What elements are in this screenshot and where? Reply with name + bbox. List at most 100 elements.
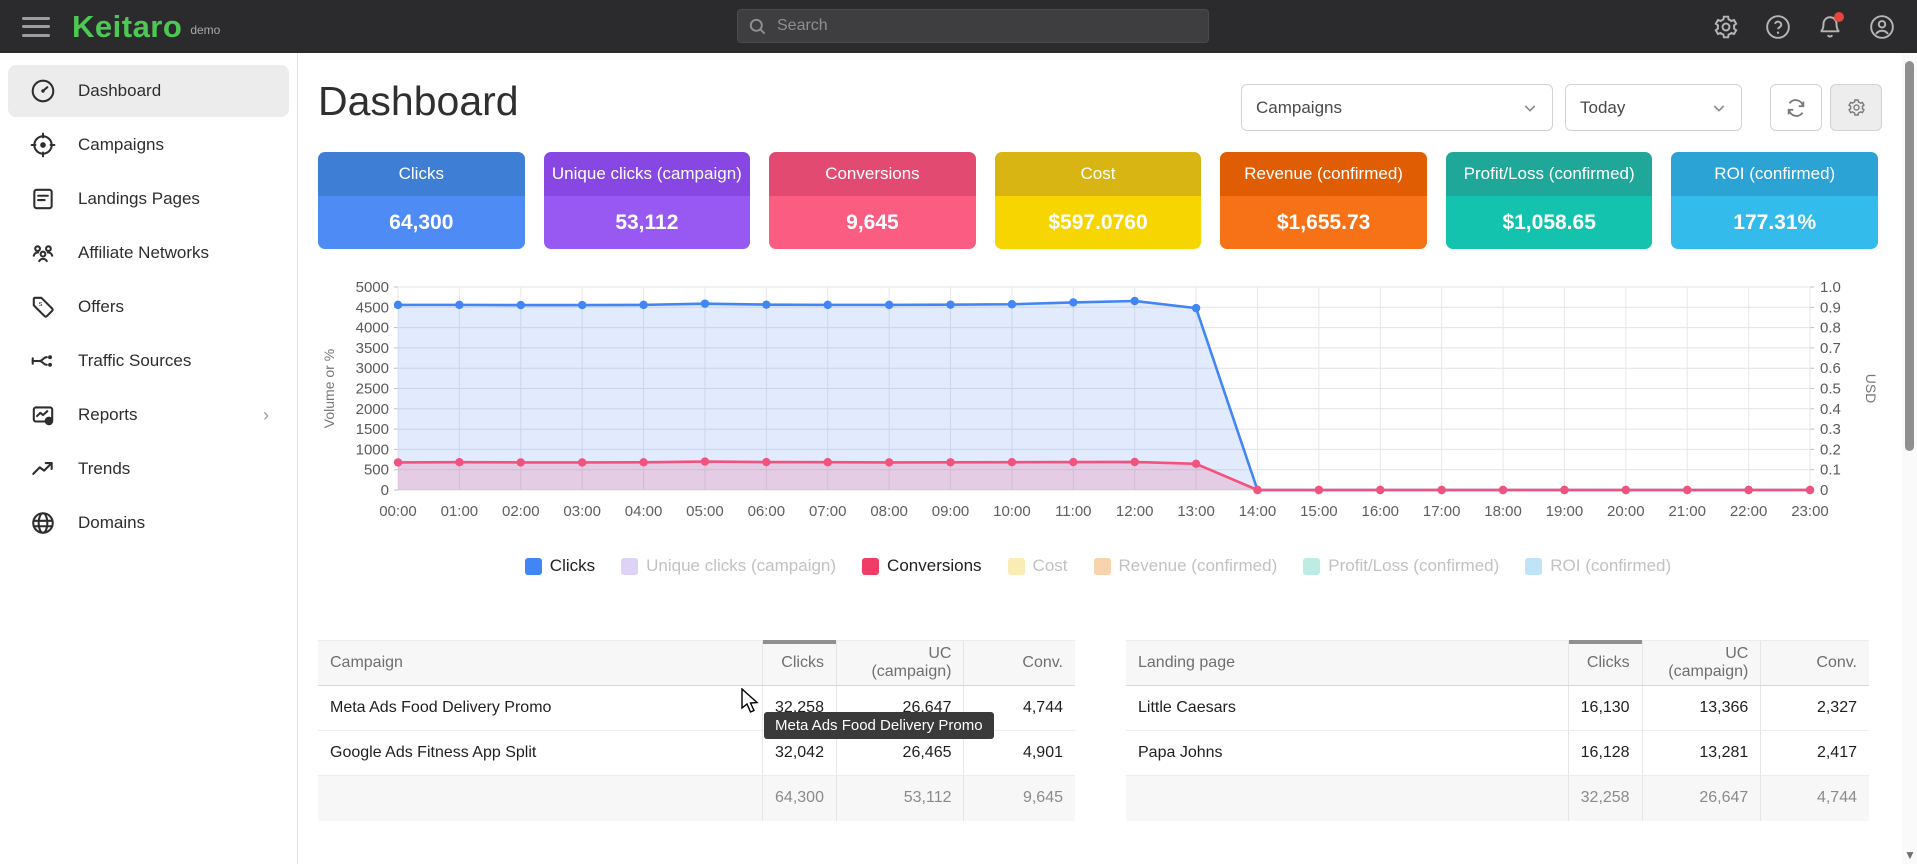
sidebar-item-campaigns[interactable]: Campaigns [8,119,289,171]
table-cell: Little Caesars [1126,686,1568,731]
column-header-clicks[interactable]: Clicks [1568,641,1642,686]
table-cell: 2,327 [1761,686,1869,731]
legend-item-clicks[interactable]: Clicks [525,556,595,576]
sidebar-item-traffic-sources[interactable]: Traffic Sources [8,335,289,387]
svg-text:0.5: 0.5 [1820,381,1841,398]
sidebar-item-label: Offers [78,297,124,317]
sidebar-item-landings-pages[interactable]: Landings Pages [8,173,289,225]
sidebar-item-affiliate-networks[interactable]: Affiliate Networks [8,227,289,279]
column-header-uc-campaign-[interactable]: UC (campaign) [836,641,964,686]
sidebar-item-label: Reports [78,405,138,425]
app-logo[interactable]: Keitaro [72,9,182,45]
totals-cell: 9,645 [964,776,1075,821]
dashboard-settings-button[interactable] [1830,84,1882,131]
legend-item-roi-confirmed-[interactable]: ROI (confirmed) [1525,556,1671,576]
legend-item-unique-clicks-campaign-[interactable]: Unique clicks (campaign) [621,556,836,576]
column-header-landing-page[interactable]: Landing page [1126,641,1568,686]
sidebar-item-offers[interactable]: sOffers [8,281,289,333]
sidebar-item-label: Domains [78,513,145,533]
column-header-conv-[interactable]: Conv. [964,641,1075,686]
svg-text:3000: 3000 [356,360,389,377]
metric-card-conversions[interactable]: Conversions9,645 [769,152,976,249]
svg-text:4500: 4500 [356,299,389,316]
metric-card-value: $597.0760 [995,196,1202,249]
menu-icon[interactable] [22,17,50,37]
legend-item-revenue-confirmed-[interactable]: Revenue (confirmed) [1094,556,1278,576]
legend-item-cost[interactable]: Cost [1008,556,1068,576]
svg-text:17:00: 17:00 [1423,503,1461,520]
column-header-campaign[interactable]: Campaign [318,641,763,686]
svg-text:3500: 3500 [356,340,389,357]
chevron-right-icon: › [263,405,269,426]
metric-card-value: 53,112 [544,196,751,249]
logo-demo-badge: demo [190,23,220,37]
metric-card-clicks[interactable]: Clicks64,300 [318,152,525,249]
column-header-conv-[interactable]: Conv. [1761,641,1869,686]
date-range-select[interactable]: Today [1565,84,1742,131]
date-range-select-value: Today [1580,98,1625,118]
totals-cell: 4,744 [1761,776,1869,821]
campaigns-icon [30,132,56,158]
totals-cell: 26,647 [1642,776,1761,821]
svg-text:12:00: 12:00 [1116,503,1154,520]
refresh-icon [1785,97,1807,119]
page-scrollbar[interactable]: ▼ [1902,53,1917,864]
svg-text:0.4: 0.4 [1820,401,1841,418]
search-input[interactable] [777,17,1198,35]
dashboard-icon [30,78,56,104]
totals-row: 32,25826,6474,744 [1126,776,1869,821]
metric-card-label: Revenue (confirmed) [1220,152,1427,196]
sidebar-item-trends[interactable]: Trends [8,443,289,495]
sidebar-item-reports[interactable]: Reports › [8,389,289,441]
metric-card-cost[interactable]: Cost$597.0760 [995,152,1202,249]
gear-icon [1847,98,1866,117]
sidebar-item-dashboard[interactable]: Dashboard [8,65,289,117]
grouping-select[interactable]: Campaigns [1241,84,1553,131]
svg-text:18:00: 18:00 [1484,503,1522,520]
column-header-clicks[interactable]: Clicks [763,641,837,686]
legend-label: Unique clicks (campaign) [646,556,836,576]
metric-card-roi-confirmed-[interactable]: ROI (confirmed)177.31% [1671,152,1878,249]
table-row[interactable]: Papa Johns16,12813,2812,417 [1126,731,1869,776]
svg-text:20:00: 20:00 [1607,503,1645,520]
svg-text:0.2: 0.2 [1820,441,1841,458]
landings-pages-icon [30,186,56,212]
traffic-sources-icon [30,348,56,374]
help-icon[interactable] [1765,14,1791,40]
svg-text:23:00: 23:00 [1791,503,1829,520]
metric-card-label: Profit/Loss (confirmed) [1446,152,1653,196]
notifications-bell-icon[interactable] [1817,14,1843,40]
sidebar-nav: Dashboard Campaigns Landings Pages Affiliat… [0,53,298,864]
table-row[interactable]: Little Caesars16,13013,3662,327 [1126,686,1869,731]
svg-text:04:00: 04:00 [625,503,663,520]
totals-cell: 53,112 [836,776,964,821]
trends-icon [30,456,56,482]
sidebar-item-domains[interactable]: Domains [8,497,289,549]
svg-text:2500: 2500 [356,381,389,398]
legend-item-profit-loss-confirmed-[interactable]: Profit/Loss (confirmed) [1303,556,1499,576]
user-account-icon[interactable] [1869,14,1895,40]
metric-card-profit-loss-confirmed-[interactable]: Profit/Loss (confirmed)$1,058.65 [1446,152,1653,249]
scrollbar-thumb[interactable] [1905,61,1914,451]
table-cell: 2,417 [1761,731,1869,776]
column-header-uc-campaign-[interactable]: UC (campaign) [1642,641,1761,686]
totals-row: 64,30053,1129,645 [318,776,1075,821]
sidebar-item-label: Trends [78,459,130,479]
legend-swatch [525,558,542,575]
legend-item-conversions[interactable]: Conversions [862,556,982,576]
sidebar-item-label: Affiliate Networks [78,243,209,263]
metric-card-unique-clicks-campaign-[interactable]: Unique clicks (campaign)53,112 [544,152,751,249]
scrollbar-down-arrow-icon[interactable]: ▼ [1904,848,1916,862]
sidebar-item-label: Campaigns [78,135,164,155]
chevron-down-icon [1522,100,1538,116]
svg-text:09:00: 09:00 [932,503,970,520]
refresh-button[interactable] [1770,84,1822,131]
landings-table: Landing pageClicksUC (campaign)Conv.Litt… [1126,640,1869,821]
svg-text:00:00: 00:00 [379,503,417,520]
gear-icon[interactable] [1713,14,1739,40]
metric-card-revenue-confirmed-[interactable]: Revenue (confirmed)$1,655.73 [1220,152,1427,249]
notification-badge [1834,12,1844,22]
affiliate-networks-icon [30,240,56,266]
search-box[interactable] [737,9,1209,43]
metric-card-label: Cost [995,152,1202,196]
